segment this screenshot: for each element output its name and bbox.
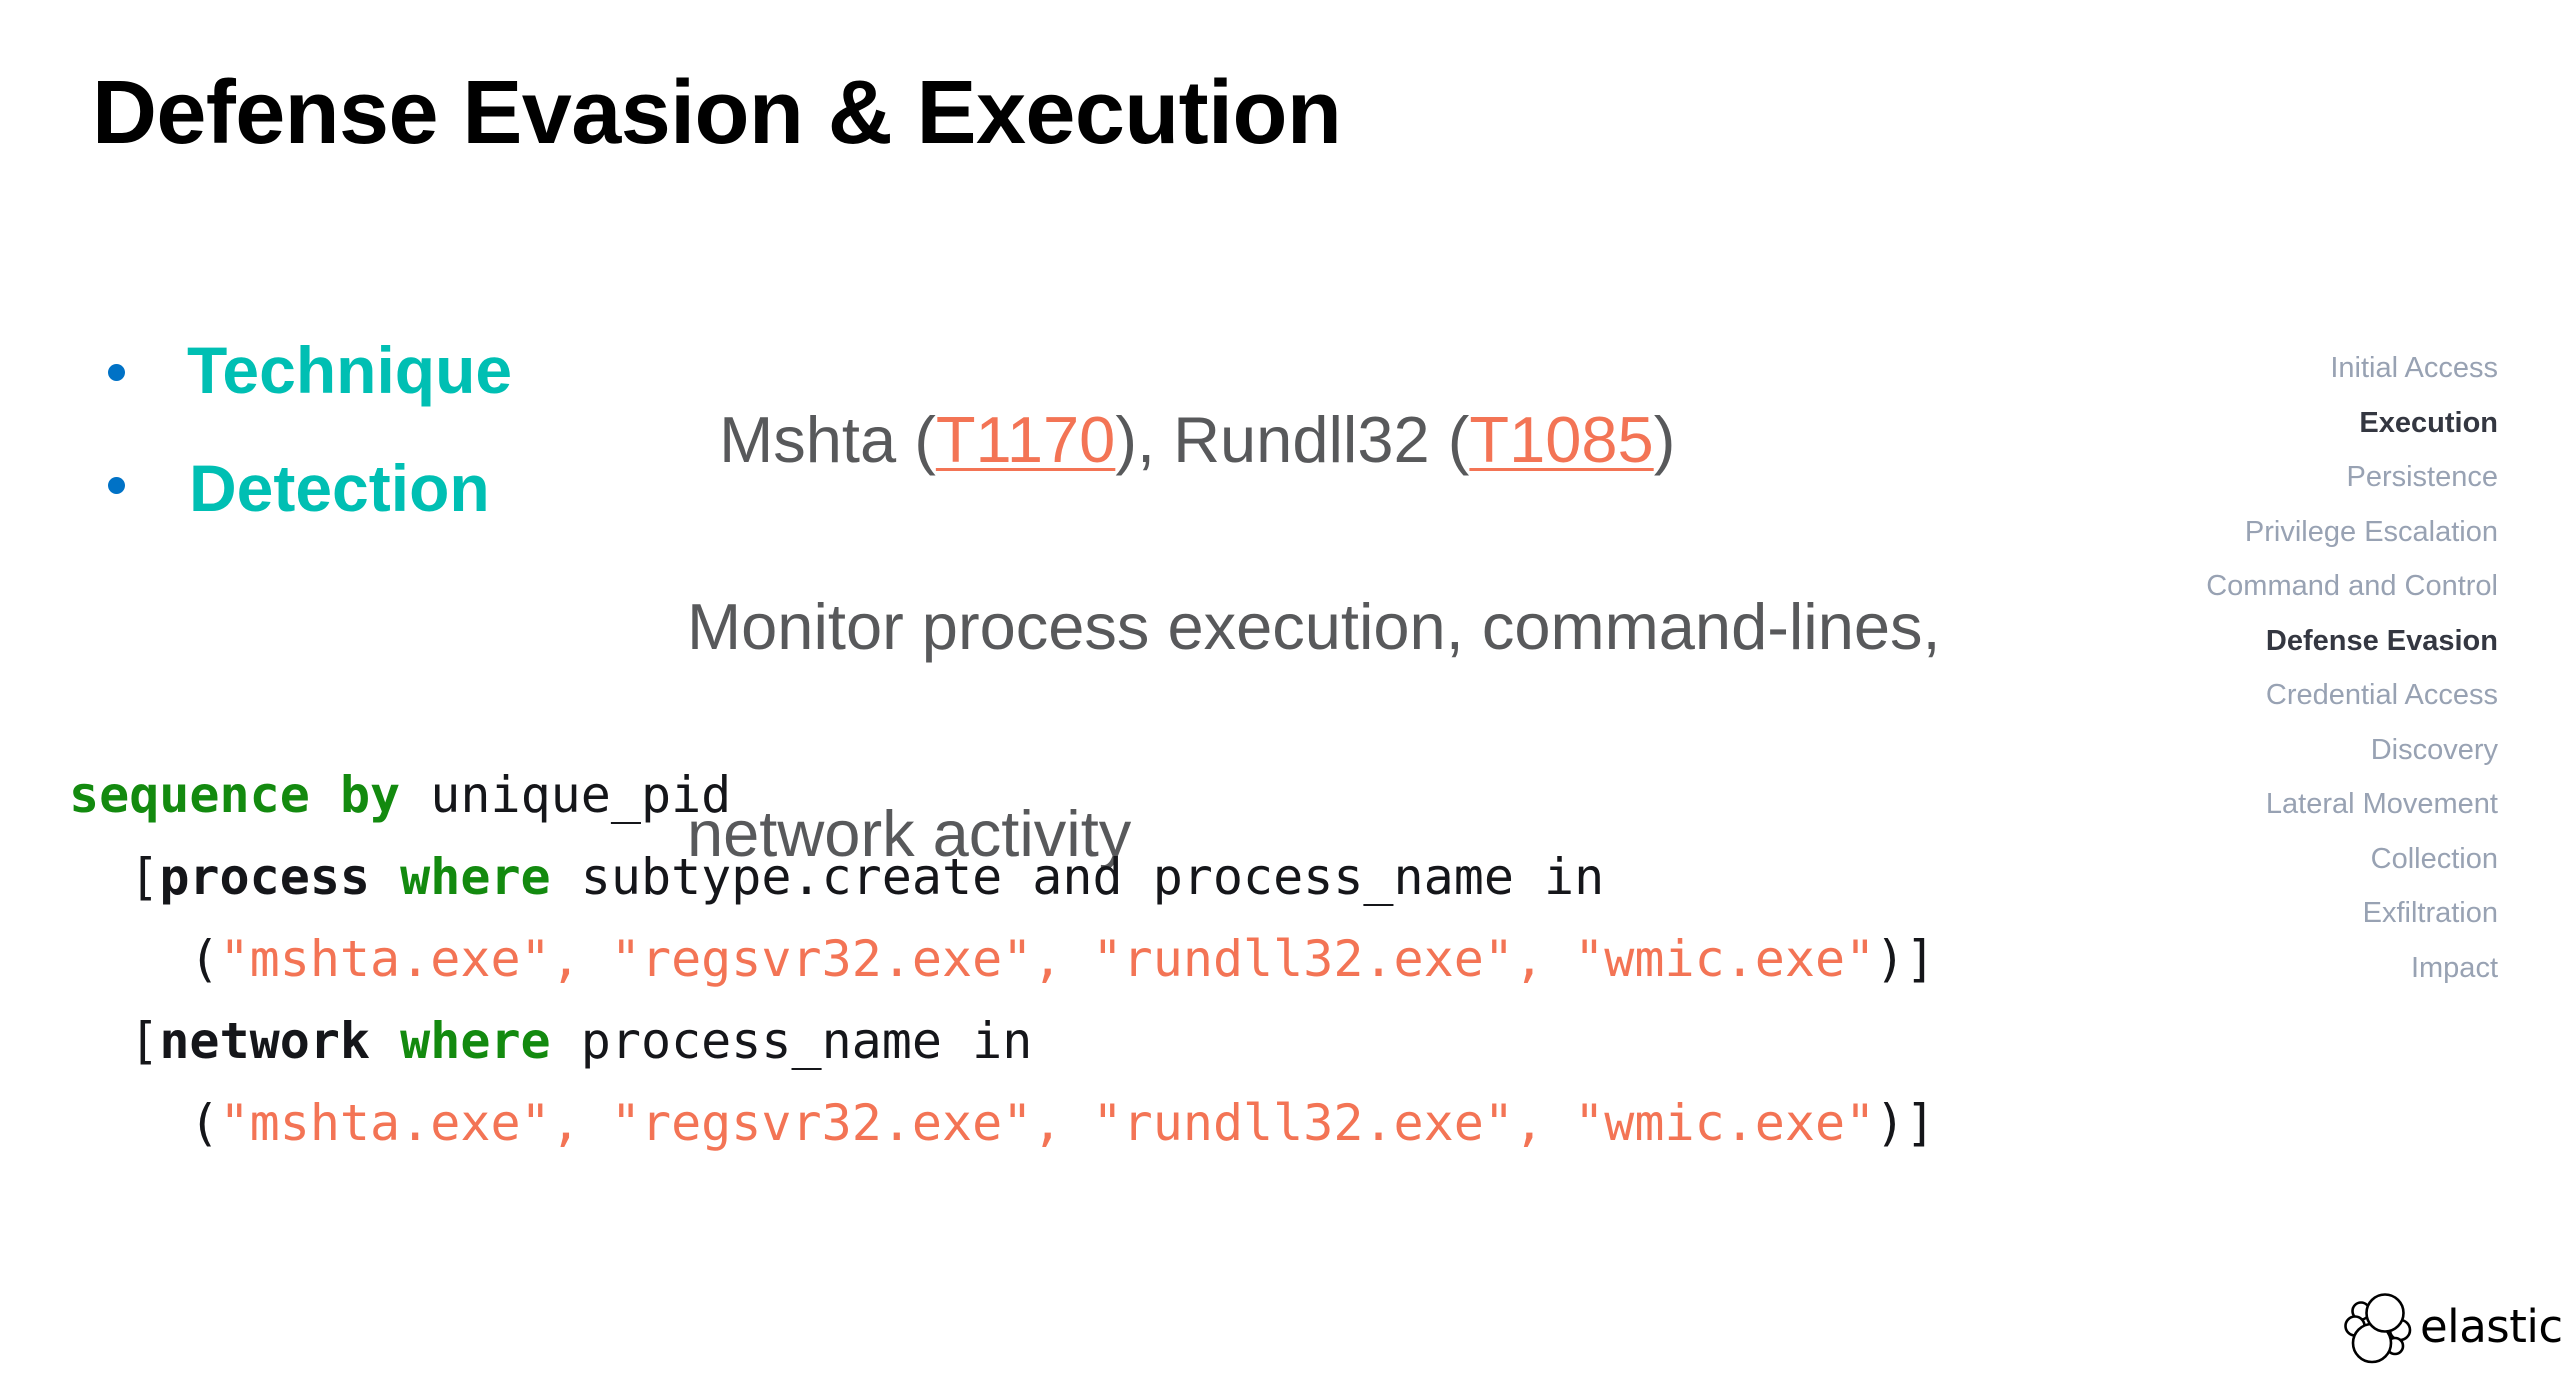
nav-item-command-and-control[interactable]: Command and Control [1998,559,2498,614]
code-token-text: ( [69,1094,220,1152]
bullet-icon [108,477,125,494]
nav-item-defense-evasion[interactable]: Defense Evasion [1998,614,2498,669]
code-token-text: [ [69,1012,160,1070]
elastic-logo-icon [2344,1293,2412,1364]
code-token-string: , [1032,1094,1093,1152]
code-token-text: ( [69,930,220,988]
nav-item-impact[interactable]: Impact [1998,941,2498,996]
code-token-string: , [1513,930,1575,988]
code-token-string: "mshta.exe" [219,1094,551,1152]
code-token-string: , [1032,930,1093,988]
detection-line-1: Monitor process execution, command-lines… [687,590,1941,663]
code-token-string: , [550,930,611,988]
code-token-string: "regsvr32.exe" [610,930,1033,988]
code-token-text: unique_pid [400,766,732,824]
slide-title: Defense Evasion & Execution [92,63,1342,163]
code-line: ("mshta.exe", "regsvr32.exe", "rundll32.… [69,918,1935,1000]
code-token-text: process_name in [550,1012,1033,1070]
nav-item-credential-access[interactable]: Credential Access [1998,668,2498,723]
code-token-event-type: process [159,848,371,906]
code-token-string: , [1513,1094,1575,1152]
code-line: ("mshta.exe", "regsvr32.exe", "rundll32.… [69,1082,1935,1164]
code-line: [process where subtype.create and proces… [69,836,1935,918]
code-token-string: "rundll32.exe" [1092,1094,1514,1152]
code-line: [network where process_name in [69,1000,1935,1082]
nav-item-persistence[interactable]: Persistence [1998,450,2498,505]
nav-item-exfiltration[interactable]: Exfiltration [1998,886,2498,941]
code-token-text: )] [1875,930,1936,988]
code-token-string: "rundll32.exe" [1092,930,1514,988]
nav-item-execution[interactable]: Execution [1998,396,2498,451]
nav-item-privilege-escalation[interactable]: Privilege Escalation [1998,505,2498,560]
code-token-string: , [550,1094,611,1152]
nav-item-collection[interactable]: Collection [1998,832,2498,887]
nav-item-initial-access[interactable]: Initial Access [1998,341,2498,396]
elastic-wordmark: elastic [2420,1300,2563,1353]
code-token-keyword: by [339,766,401,824]
tactics-nav: Initial Access Execution Persistence Privil… [1998,341,2498,995]
code-token-text: [ [69,848,160,906]
code-token-text: subtype.create and process_name in [550,848,1605,906]
code-token-string: "wmic.exe" [1574,1094,1876,1152]
code-token-string: "mshta.exe" [219,930,551,988]
code-token-keyword: where [400,848,551,906]
code-token-keyword: sequence [69,766,310,824]
eql-query-code: sequence by unique_pid [process where su… [69,754,1935,1164]
detection-label: Detection [189,451,490,525]
nav-item-discovery[interactable]: Discovery [1998,723,2498,778]
code-token-text: )] [1875,1094,1936,1152]
technique-label: Technique [187,333,513,407]
nav-item-lateral-movement[interactable]: Lateral Movement [1998,777,2498,832]
code-token-string: "wmic.exe" [1574,930,1876,988]
code-token-keyword: where [400,1012,551,1070]
code-token-event-type: network [159,1012,371,1070]
code-line: sequence by unique_pid [69,754,1935,836]
code-token-string: "regsvr32.exe" [610,1094,1033,1152]
bullet-icon [108,364,125,381]
